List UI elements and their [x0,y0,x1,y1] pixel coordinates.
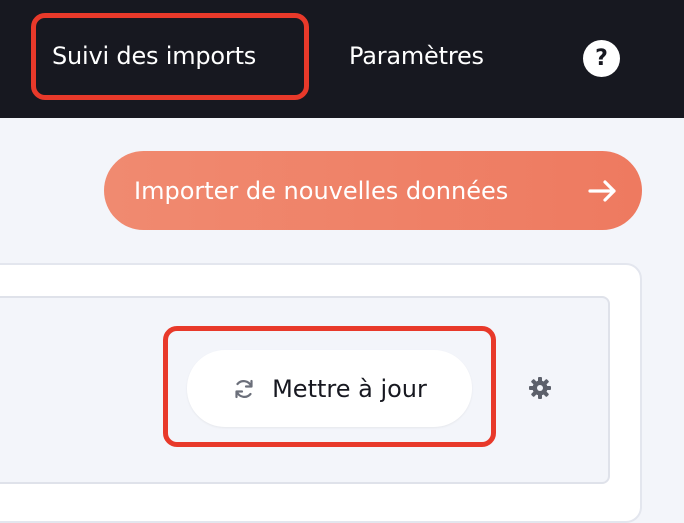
import-new-data-button[interactable]: Importer de nouvelles données [104,151,642,230]
arrow-right-icon [588,179,616,202]
nav-item-label: Paramètres [349,42,484,70]
top-navigation-bar: Suivi des imports Paramètres ? [0,0,684,118]
nav-item-parametres[interactable]: Paramètres [349,35,484,77]
help-icon-glyph: ? [595,46,608,71]
question-circle-icon[interactable]: ? [583,40,620,77]
highlight-outline-refresh [163,326,496,447]
gear-icon[interactable] [528,376,552,400]
import-button-label: Importer de nouvelles données [134,176,509,205]
highlight-outline-nav [31,13,309,100]
